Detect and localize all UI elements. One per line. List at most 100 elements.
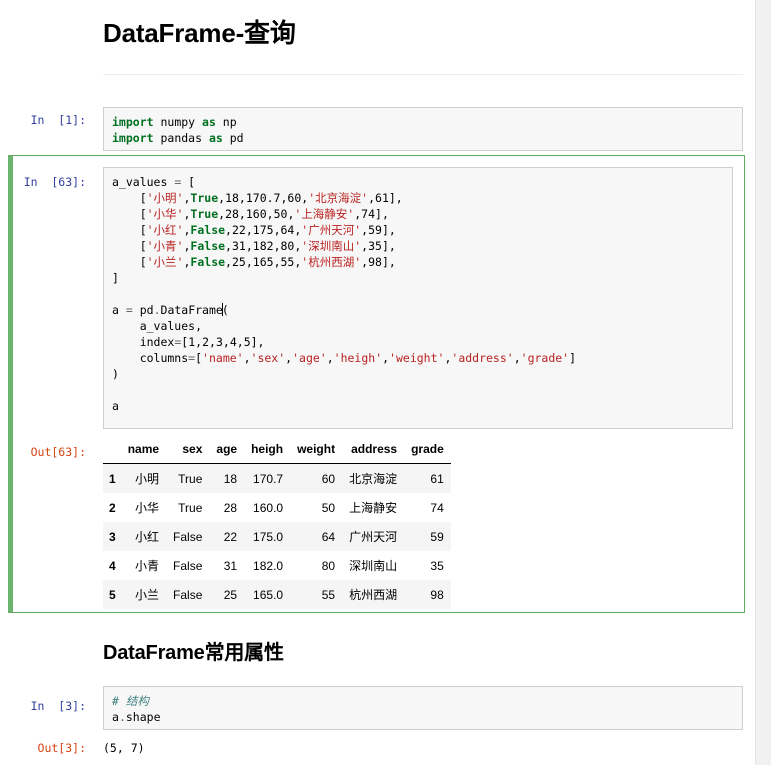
output-prompt-shape: Out[3]:: [37, 741, 86, 755]
code-token: import: [112, 131, 154, 145]
code-token: ]: [112, 271, 119, 285]
heading-divider: [103, 74, 743, 75]
code-token: 25: [231, 255, 246, 269]
dataframe-cell: 80: [290, 551, 343, 580]
section-title-attributes: DataFrame常用属性: [103, 642, 284, 664]
code-token: a: [112, 710, 119, 724]
code-token: ]: [569, 351, 577, 365]
dataframe-cell: 165.0: [244, 580, 291, 609]
code-line: ]: [112, 270, 728, 286]
dataframe-header-row: name sex age heigh weight address grade: [103, 437, 451, 464]
code-cell-dataframe-build[interactable]: a_values = [ ['小明',True,18,170.7,60,'北京海…: [103, 167, 733, 429]
code-token: 18: [225, 191, 239, 205]
dataframe-cell: 50: [290, 493, 343, 522]
notebook-scroll-area[interactable]: DataFrame-查询 In [1]: import numpy as np i…: [0, 0, 755, 765]
code-token: '广州天河': [301, 223, 362, 237]
code-token: ,: [326, 351, 334, 365]
code-token: a: [112, 303, 126, 317]
code-token: import: [112, 115, 154, 129]
code-line: ['小兰',False,25,165,55,'杭州西湖',98],: [112, 254, 728, 270]
code-token: ,: [238, 207, 246, 221]
code-token: 55: [280, 255, 295, 269]
code-token: '小兰': [146, 255, 184, 269]
code-token: '上海静安': [294, 207, 355, 221]
dataframe-cell: 182.0: [244, 551, 291, 580]
dataframe-cell: 杭州西湖: [342, 580, 405, 609]
code-token: ,: [245, 239, 253, 253]
dataframe-cell: True: [166, 493, 210, 522]
code-token: '深圳南山': [301, 239, 362, 253]
code-token: =: [174, 175, 189, 189]
dataframe-cell: 160.0: [244, 493, 291, 522]
code-token: pd: [139, 303, 154, 317]
dataframe-index-cell: 4: [103, 551, 121, 580]
code-token: '杭州西湖': [301, 255, 362, 269]
code-token: [: [195, 351, 203, 365]
code-token: as: [208, 131, 223, 145]
input-prompt-imports: In [1]:: [30, 113, 86, 127]
code-token: ],: [388, 191, 403, 205]
code-token: 'name': [202, 351, 244, 365]
code-token: ,: [222, 335, 230, 349]
dataframe-cell: True: [166, 463, 210, 493]
code-token: [: [112, 255, 147, 269]
code-token: ,: [243, 351, 251, 365]
code-token: a_values,: [112, 319, 203, 333]
code-token: ,: [238, 191, 246, 205]
code-token: 170.7: [245, 191, 281, 205]
code-token: 4: [229, 335, 237, 349]
code-token: ,: [236, 335, 244, 349]
code-token: DataFrame: [160, 303, 223, 317]
table-row: 2 小华 True 28 160.0 50 上海静安 74: [103, 493, 451, 522]
code-token: True: [190, 207, 219, 221]
code-token: 'grade': [520, 351, 570, 365]
dataframe-column-header: sex: [166, 437, 210, 464]
table-row: 5 小兰 False 25 165.0 55 杭州西湖 98: [103, 580, 451, 609]
dataframe-cell: 广州天河: [342, 522, 405, 551]
code-cell-shape[interactable]: # 结构 a.shape: [103, 686, 743, 730]
code-token: numpy: [153, 115, 203, 129]
dataframe-cell: 25: [209, 580, 245, 609]
code-line: ['小明',True,18,170.7,60,'北京海淀',61],: [112, 190, 728, 206]
code-token: ,: [513, 351, 521, 365]
dataframe-cell: 小青: [120, 551, 167, 580]
code-line: ['小青',False,31,182,80,'深圳南山',35],: [112, 238, 728, 254]
dataframe-column-header: age: [209, 437, 245, 464]
dataframe-cell: 小明: [120, 463, 167, 493]
dataframe-cell: 小华: [120, 493, 167, 522]
code-cell-imports[interactable]: import numpy as np import pandas as pd: [103, 107, 743, 151]
code-line: import numpy as np: [112, 114, 738, 130]
dataframe-cell: 64: [290, 522, 343, 551]
code-line: ): [112, 366, 728, 382]
code-token: # 结构: [112, 694, 149, 708]
code-token: 80: [280, 239, 295, 253]
code-token: 'age': [292, 351, 327, 365]
code-token: .: [153, 303, 161, 317]
dataframe-column-header: name: [120, 437, 167, 464]
code-line: a: [112, 398, 728, 414]
code-token: 2: [202, 335, 209, 349]
dataframe-cell: 小红: [120, 522, 167, 551]
code-token: pd: [222, 131, 244, 145]
code-token: ],: [381, 223, 396, 237]
code-token: index: [112, 335, 175, 349]
vertical-scrollbar[interactable]: [755, 0, 771, 765]
code-token: ,: [273, 255, 281, 269]
table-row: 3 小红 False 22 175.0 64 广州天河 59: [103, 522, 451, 551]
code-token: a_values: [112, 175, 175, 189]
code-token: 60: [287, 191, 302, 205]
code-token: [: [112, 207, 147, 221]
dataframe-column-header: grade: [404, 437, 451, 464]
dataframe-cell: 小兰: [120, 580, 167, 609]
code-line: a_values,: [112, 318, 728, 334]
dataframe-cell: 61: [404, 463, 451, 493]
output-prompt-dataframe-build: Out[63]:: [30, 445, 86, 459]
code-token: 28: [225, 207, 239, 221]
dataframe-cell: 59: [404, 522, 451, 551]
table-row: 1 小明 True 18 170.7 60 北京海淀 61: [103, 463, 451, 493]
table-row: 4 小青 False 31 182.0 80 深圳南山 35: [103, 551, 451, 580]
dataframe-column-header: heigh: [244, 437, 291, 464]
dataframe-column-header: address: [342, 437, 405, 464]
code-token: '北京海淀': [308, 191, 369, 205]
